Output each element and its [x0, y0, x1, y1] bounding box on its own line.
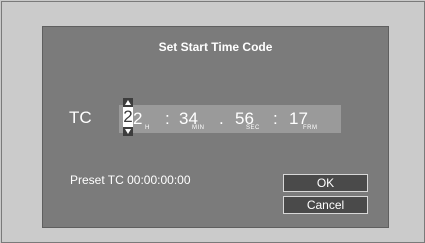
dialog-title: Set Start Time Code — [158, 40, 273, 54]
preset-tc-text: Preset TC 00:00:00:00 — [70, 173, 191, 187]
frames-unit-label: FRM — [303, 125, 318, 131]
separator-colon-2: : — [273, 109, 278, 128]
separator-colon-1: : — [165, 109, 170, 128]
hours-units-digit[interactable]: 2 — [133, 109, 142, 129]
tc-label: TC — [69, 108, 92, 127]
ok-button[interactable]: OK — [283, 174, 368, 192]
digit-cursor[interactable]: 2 — [123, 98, 133, 136]
separator-dot: . — [219, 109, 224, 128]
screen-frame: Set Start Time Code TC 2 H : 34 MIN . 56… — [1, 1, 425, 243]
cancel-button[interactable]: Cancel — [283, 196, 368, 214]
minutes-unit-label: MIN — [192, 125, 205, 131]
set-start-time-code-dialog: Set Start Time Code TC 2 H : 34 MIN . 56… — [42, 26, 389, 228]
seconds-unit-label: SEC — [246, 125, 260, 131]
timecode-field[interactable]: 2 H : 34 MIN . 56 SEC : 17 FRM — [119, 105, 341, 133]
decrement-arrow-icon[interactable] — [125, 129, 131, 134]
hours-unit-label: H — [145, 125, 150, 131]
hours-tens-digit[interactable]: 2 — [123, 107, 133, 127]
increment-arrow-icon[interactable] — [125, 100, 131, 105]
